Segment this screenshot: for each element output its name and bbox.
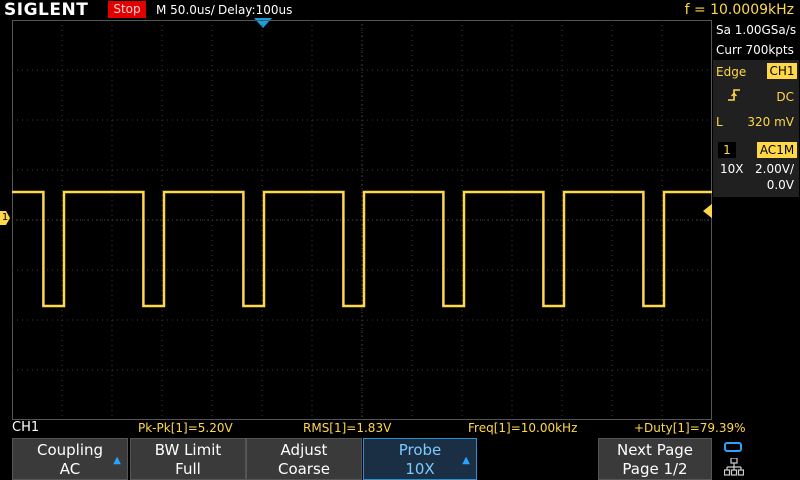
trigger-coupling: DC bbox=[776, 90, 794, 104]
bw-limit-softkey[interactable]: BW Limit Full bbox=[130, 438, 246, 480]
empty-softkey[interactable] bbox=[478, 438, 596, 480]
softkey-value: 10X bbox=[405, 460, 435, 478]
cycle-arrow-icon: ▲ bbox=[113, 455, 121, 466]
softkey-value: Page 1/2 bbox=[622, 460, 688, 478]
adjust-softkey[interactable]: Adjust Coarse bbox=[246, 438, 362, 480]
channel-number: 1 bbox=[718, 142, 736, 158]
channel-probe: 10X bbox=[720, 162, 744, 176]
memory-depth: Curr 700kpts bbox=[716, 43, 794, 57]
trigger-info-box[interactable]: Edge CH1 DC L 320 mV bbox=[713, 60, 799, 151]
usb-icon bbox=[724, 442, 742, 452]
trigger-type: Edge bbox=[716, 65, 747, 79]
timebase-readout[interactable]: M 50.0us/ bbox=[156, 2, 215, 18]
cycle-arrow-icon: ▲ bbox=[462, 455, 470, 466]
trigger-frequency-readout: f = 10.0009kHz bbox=[684, 2, 794, 18]
softkey-value: AC bbox=[59, 460, 81, 478]
ch1-offset-marker[interactable]: 1 bbox=[0, 211, 10, 225]
next-page-softkey[interactable]: Next Page Page 1/2 bbox=[598, 438, 712, 480]
channel-coupling-badge: AC1M bbox=[757, 142, 797, 158]
coupling-softkey[interactable]: Coupling AC ▲ bbox=[12, 438, 128, 480]
right-info-panel: Sa 1.00GSa/s Curr 700kpts Edge CH1 DC L … bbox=[712, 20, 800, 420]
run-stop-indicator[interactable]: Stop bbox=[108, 1, 146, 18]
channel-scale: 2.00V/ bbox=[755, 162, 794, 176]
delay-readout[interactable]: Delay:100us bbox=[218, 2, 292, 18]
rising-edge-icon bbox=[727, 88, 741, 106]
measurement-channel: CH1 bbox=[12, 420, 40, 435]
network-icon bbox=[723, 457, 745, 476]
sample-rate: Sa 1.00GSa/s bbox=[716, 23, 797, 37]
trigger-level-value: 320 mV bbox=[747, 115, 794, 129]
softkey-value: Coarse bbox=[277, 460, 331, 478]
trigger-level-label: L bbox=[716, 115, 723, 129]
brand-logo: SIGLENT bbox=[4, 0, 89, 20]
measurement-pkpk[interactable]: Pk-Pk[1]=5.20V bbox=[138, 420, 233, 436]
measurement-duty[interactable]: +Duty[1]=79.39% bbox=[634, 420, 746, 436]
measurement-rms[interactable]: RMS[1]=1.83V bbox=[303, 420, 391, 436]
channel-offset: 0.0V bbox=[766, 178, 794, 192]
graticule bbox=[12, 20, 712, 420]
softkey-label: Probe bbox=[398, 441, 442, 459]
top-status-bar: SIGLENT Stop M 50.0us/ Delay:100us f = 1… bbox=[0, 0, 800, 20]
measurement-bar: CH1 Pk-Pk[1]=5.20V RMS[1]=1.83V Freq[1]=… bbox=[0, 420, 800, 436]
softkey-label: BW Limit bbox=[154, 441, 222, 459]
softkey-menu: Coupling AC ▲ BW Limit Full Adjust Coars… bbox=[0, 436, 800, 480]
softkey-label: Adjust bbox=[280, 441, 328, 459]
softkey-label: Next Page bbox=[616, 441, 694, 459]
softkey-label: Coupling bbox=[36, 441, 104, 459]
trigger-source-badge: CH1 bbox=[767, 63, 797, 79]
measurement-frequency[interactable]: Freq[1]=10.00kHz bbox=[468, 420, 577, 436]
waveform-display[interactable] bbox=[12, 20, 712, 420]
channel1-info-box[interactable]: 1 AC1M 10X 2.00V/ 0.0V bbox=[713, 139, 799, 197]
status-icons bbox=[716, 440, 796, 480]
probe-softkey[interactable]: Probe 10X ▲ bbox=[363, 438, 477, 480]
softkey-value: Full bbox=[175, 460, 201, 478]
